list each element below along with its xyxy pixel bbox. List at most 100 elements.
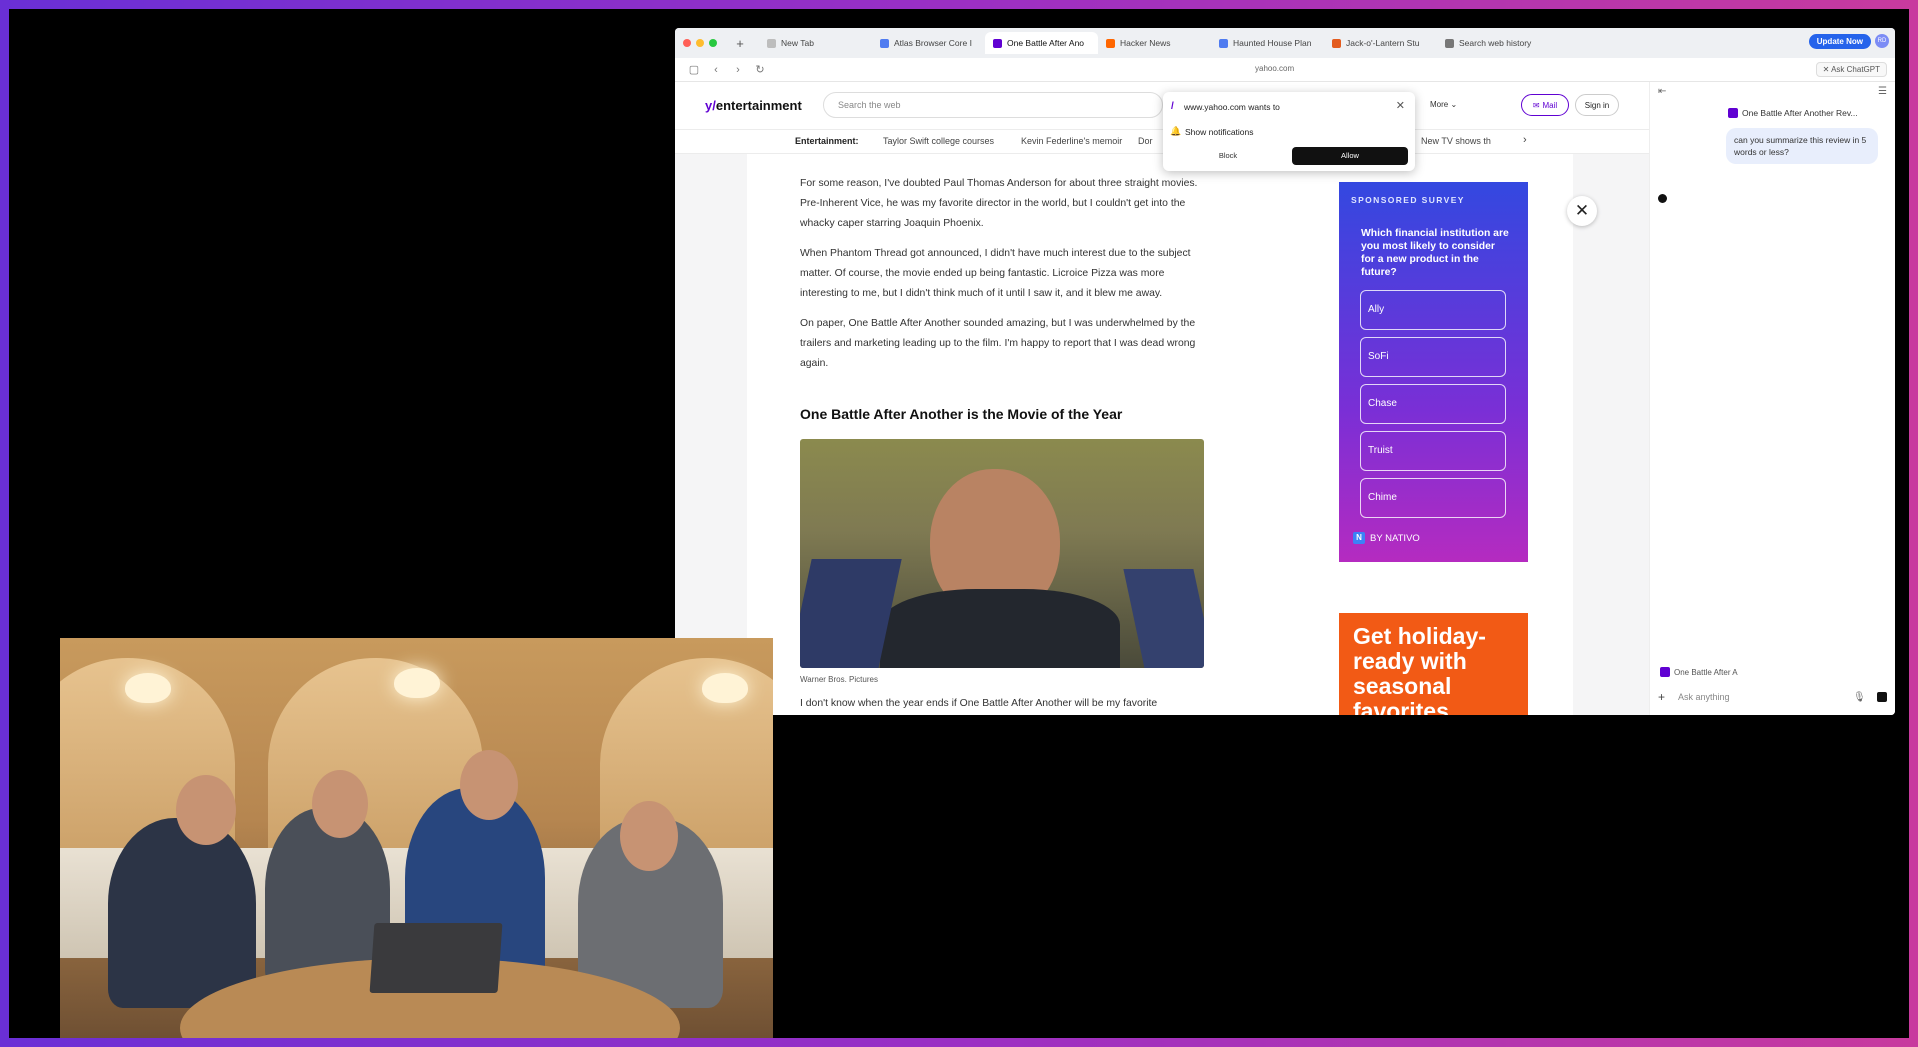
- pendant-lamp: [702, 673, 748, 703]
- ask-chatgpt-button[interactable]: ✕ Ask ChatGPT: [1815, 62, 1887, 77]
- person-head: [312, 770, 368, 838]
- survey-option[interactable]: Ally: [1360, 290, 1506, 330]
- tab-label: Jack-o'-Lantern Stu: [1346, 38, 1420, 48]
- article-image: [800, 439, 1204, 668]
- add-attachment-icon[interactable]: +: [1658, 690, 1674, 704]
- sponsored-survey: SPONSORED SURVEY Which financial institu…: [1339, 182, 1528, 562]
- block-button[interactable]: Block: [1173, 147, 1283, 165]
- window-controls: [683, 39, 717, 47]
- chat-input[interactable]: Ask anything: [1674, 692, 1853, 702]
- allow-button[interactable]: Allow: [1292, 147, 1408, 165]
- trending-link[interactable]: Kevin Federline's memoir: [1021, 136, 1122, 146]
- person: [108, 818, 256, 1008]
- search-input[interactable]: Search the web: [823, 92, 1163, 118]
- sign-in-button[interactable]: Sign in: [1575, 94, 1619, 116]
- tab-favicon-icon: [880, 38, 889, 48]
- article-paragraph: I don't know when the year ends if One B…: [800, 698, 1158, 709]
- page-context-chip[interactable]: One Battle After A: [1660, 667, 1738, 677]
- compose-icon[interactable]: ☰: [1878, 86, 1887, 97]
- pendant-lamp: [394, 668, 440, 698]
- browser-tab[interactable]: One Battle After Ano: [985, 32, 1098, 54]
- browser-tab[interactable]: New Tab: [759, 32, 872, 54]
- yahoo-favicon-icon: [1728, 108, 1738, 118]
- more-menu[interactable]: More ⌄: [1430, 100, 1457, 109]
- yahoo-logo-text: entertainment: [715, 98, 802, 113]
- browser-tab[interactable]: Haunted House Plan: [1211, 32, 1324, 54]
- yahoo-logo[interactable]: y/entertainment: [705, 98, 802, 113]
- maximize-window-button[interactable]: [709, 39, 717, 47]
- survey-tag: SPONSORED SURVEY: [1351, 195, 1465, 205]
- tab-label: One Battle After Ano: [1007, 38, 1085, 48]
- close-icon[interactable]: ✕: [1396, 99, 1405, 112]
- minimize-window-button[interactable]: [696, 39, 704, 47]
- article-paragraph: When Phantom Thread got announced, I did…: [800, 248, 1191, 299]
- holiday-ad[interactable]: Get holiday-ready with seasonal favorite…: [1339, 613, 1528, 715]
- sidebar-toggle-icon[interactable]: ▢: [683, 63, 705, 76]
- close-ad-button[interactable]: ✕: [1567, 196, 1597, 226]
- browser-tab[interactable]: Atlas Browser Core I: [872, 32, 985, 54]
- tab-favicon-icon: [1445, 38, 1454, 48]
- trending-link[interactable]: Taylor Swift college courses: [883, 136, 994, 146]
- close-window-button[interactable]: [683, 39, 691, 47]
- new-tab-button[interactable]: +: [731, 36, 749, 51]
- tab-favicon-icon: [993, 38, 1002, 48]
- popup-site: www.yahoo.com wants to: [1184, 102, 1280, 112]
- forward-icon[interactable]: ›: [727, 64, 749, 76]
- browser-tab[interactable]: Jack-o'-Lantern Stu: [1324, 32, 1437, 54]
- yahoo-header: y/entertainment Search the web s More ⌄ …: [675, 82, 1649, 130]
- nativo-label: BY NATIVO: [1370, 532, 1420, 544]
- mail-label: Mail: [1542, 100, 1558, 110]
- collapse-sidebar-icon[interactable]: ⇤: [1658, 86, 1666, 97]
- laptop: [369, 923, 503, 993]
- url-field[interactable]: yahoo.com: [1255, 64, 1294, 73]
- survey-option[interactable]: Truist: [1360, 431, 1506, 471]
- person-head: [176, 775, 236, 845]
- webcam-video: [60, 638, 773, 1038]
- tab-label: Haunted House Plan: [1233, 38, 1312, 48]
- stop-icon[interactable]: [1877, 692, 1887, 702]
- notification-permission-popup: / www.yahoo.com wants to ✕ 🔔 Show notifi…: [1163, 92, 1415, 171]
- chair-right: [1123, 569, 1204, 668]
- survey-option[interactable]: Chime: [1360, 478, 1506, 518]
- survey-question: Which financial institution are you most…: [1361, 228, 1509, 278]
- chevron-right-icon[interactable]: ›: [1523, 134, 1527, 146]
- article-paragraph: On paper, One Battle After Another sound…: [800, 318, 1196, 369]
- browser-tab[interactable]: Hacker News: [1098, 32, 1211, 54]
- chat-input-row: + Ask anything 🎙: [1658, 688, 1887, 706]
- mail-button[interactable]: ✉ Mail: [1521, 94, 1569, 116]
- bell-icon: 🔔: [1170, 126, 1182, 136]
- tab-strip: + New Tab Atlas Browser Core I One Battle …: [675, 28, 1895, 58]
- tab-favicon-icon: [767, 38, 776, 48]
- trending-bar: Entertainment: Taylor Swift college cour…: [675, 130, 1649, 154]
- browser-tab[interactable]: Search web history: [1437, 32, 1550, 54]
- more-label: More: [1430, 100, 1449, 109]
- survey-option[interactable]: SoFi: [1360, 337, 1506, 377]
- back-icon[interactable]: ‹: [705, 64, 727, 76]
- image-caption: Warner Bros. Pictures: [800, 675, 878, 684]
- tab-label: Search web history: [1459, 38, 1532, 48]
- nativo-logo-icon: N: [1353, 532, 1365, 544]
- article-heading: One Battle After Another is the Movie of…: [800, 406, 1123, 422]
- person-head: [460, 750, 518, 820]
- profile-avatar[interactable]: RD: [1875, 34, 1889, 48]
- tab-favicon-icon: [1332, 38, 1341, 48]
- yahoo-favicon-icon: [1660, 667, 1670, 677]
- pendant-lamp: [125, 673, 171, 703]
- reload-icon[interactable]: ↻: [749, 63, 771, 76]
- trending-link[interactable]: Dor: [1138, 136, 1154, 146]
- ask-chatgpt-label: Ask ChatGPT: [1831, 65, 1880, 74]
- update-now-button[interactable]: Update Now: [1808, 34, 1871, 49]
- survey-option[interactable]: Chase: [1360, 384, 1506, 424]
- mic-icon[interactable]: 🎙: [1853, 692, 1867, 703]
- address-bar: ▢ ‹ › ↻ yahoo.com ✕ Ask ChatGPT: [675, 58, 1895, 82]
- tab-label: Hacker News: [1120, 38, 1171, 48]
- trending-link[interactable]: New TV shows th: [1421, 136, 1501, 146]
- nativo-badge: N BY NATIVO: [1353, 532, 1420, 544]
- chatgpt-sidebar: ⇤ ☰ One Battle After Another Rev... can …: [1649, 82, 1895, 715]
- yahoo-favicon-icon: /: [1171, 101, 1174, 112]
- context-chip[interactable]: One Battle After Another Rev...: [1728, 108, 1858, 118]
- context-chip-label: One Battle After Another Rev...: [1742, 108, 1858, 118]
- actor-jacket: [880, 589, 1120, 668]
- yahoo-logo-mark: y/: [705, 98, 716, 113]
- page-context-label: One Battle After A: [1674, 667, 1738, 677]
